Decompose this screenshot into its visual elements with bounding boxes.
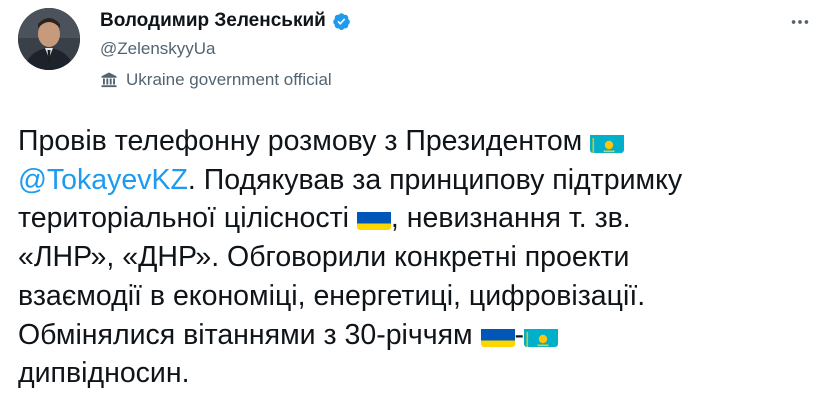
tweet-line: Обмінялися вітаннями з 30-річчям - <box>18 316 818 355</box>
avatar[interactable] <box>18 8 80 70</box>
kazakhstan-flag-icon <box>590 130 625 153</box>
verified-badge-icon <box>333 12 350 30</box>
tweet-text-segment: взаємодії в економіці, енергетиці, цифро… <box>18 279 646 312</box>
author-display-name[interactable]: Володимир Зеленський <box>100 10 326 32</box>
tweet-text-segment: Обмінялися вітаннями з 30-річчям <box>18 318 473 351</box>
tweet-line: територіальної цілісності , невизнання т… <box>18 199 818 238</box>
tweet-line: «ЛНР», «ДНР». Обговорили конкретні проек… <box>18 238 818 277</box>
tweet-text-segment: дипвідносин. <box>18 357 190 390</box>
tweet-line: взаємодії в економіці, енергетиці, цифро… <box>18 277 818 316</box>
tweet-text-segment: . Подякував за принципову підтримку <box>187 163 683 196</box>
government-building-icon <box>101 72 117 88</box>
government-label-text: Ukraine government official <box>126 70 332 89</box>
tweet-text-segment: «ЛНР», «ДНР». Обговорили конкретні проек… <box>18 241 630 274</box>
mention-link[interactable]: @TokayevKZ <box>18 164 188 196</box>
kazakhstan-flag-icon <box>524 324 559 347</box>
tweet-text: Провів телефонну розмову з Президентом @… <box>18 122 818 393</box>
tweet-text-segment: Провів телефонну розмову з Президентом <box>18 125 583 157</box>
tweet-line: дипвідносин. <box>18 354 818 393</box>
ukraine-flag-icon <box>356 207 391 231</box>
tweet-text-segment: - <box>514 318 525 351</box>
tweet-line: Провів телефонну розмову з Президентом <box>18 122 818 161</box>
author-handle[interactable]: @ZelenskyyUa <box>100 39 216 59</box>
more-options-icon[interactable] <box>782 4 818 40</box>
more-dots <box>791 20 809 24</box>
tweet-line: @TokayevKZ. Подякував за принципову підт… <box>18 161 818 200</box>
ukraine-flag-icon <box>480 324 515 347</box>
tweet-text-segment: територіальної цілісності <box>18 202 349 235</box>
author-name-row: Володимир Зеленський <box>100 10 351 32</box>
avatar-photo <box>18 8 80 70</box>
tweet-text-segment: , невизнання т. зв. <box>390 202 631 235</box>
government-label: Ukraine government official <box>100 70 332 90</box>
